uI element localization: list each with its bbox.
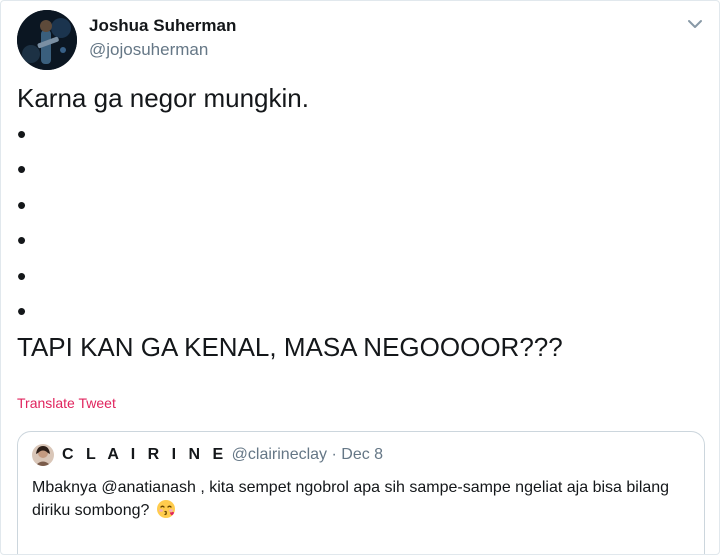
quoted-tweet-date[interactable]: Dec 8 xyxy=(341,446,383,463)
quoted-author-handle[interactable]: @clairineclay xyxy=(232,446,327,463)
author-name[interactable]: Joshua Suherman xyxy=(89,16,236,36)
quoted-tweet-header: C L A I R I N E @clairineclay · Dec 8 xyxy=(62,446,383,464)
quoted-author-avatar[interactable] xyxy=(32,444,54,466)
chevron-down-icon[interactable] xyxy=(684,13,706,35)
kissing-face-emoji-icon xyxy=(156,499,176,519)
translate-tweet-link[interactable]: Translate Tweet xyxy=(17,395,116,411)
quoted-tweet[interactable]: C L A I R I N E @clairineclay · Dec 8 Mb… xyxy=(17,431,705,554)
header-separator: · xyxy=(331,446,337,463)
author-handle[interactable]: @jojosuherman xyxy=(89,40,208,60)
quoted-author-name[interactable]: C L A I R I N E xyxy=(62,446,227,463)
tweet-card: Joshua Suherman @jojosuherman Karna ga n… xyxy=(0,0,720,555)
author-avatar[interactable] xyxy=(17,10,77,70)
quoted-tweet-body: Mbaknya @anatianash , kita sempet ngobro… xyxy=(32,476,692,522)
tweet-text: Karna ga negor mungkin. • • • • • • TAPI… xyxy=(17,83,563,362)
quoted-tweet-text: Mbaknya @anatianash , kita sempet ngobro… xyxy=(32,479,670,519)
